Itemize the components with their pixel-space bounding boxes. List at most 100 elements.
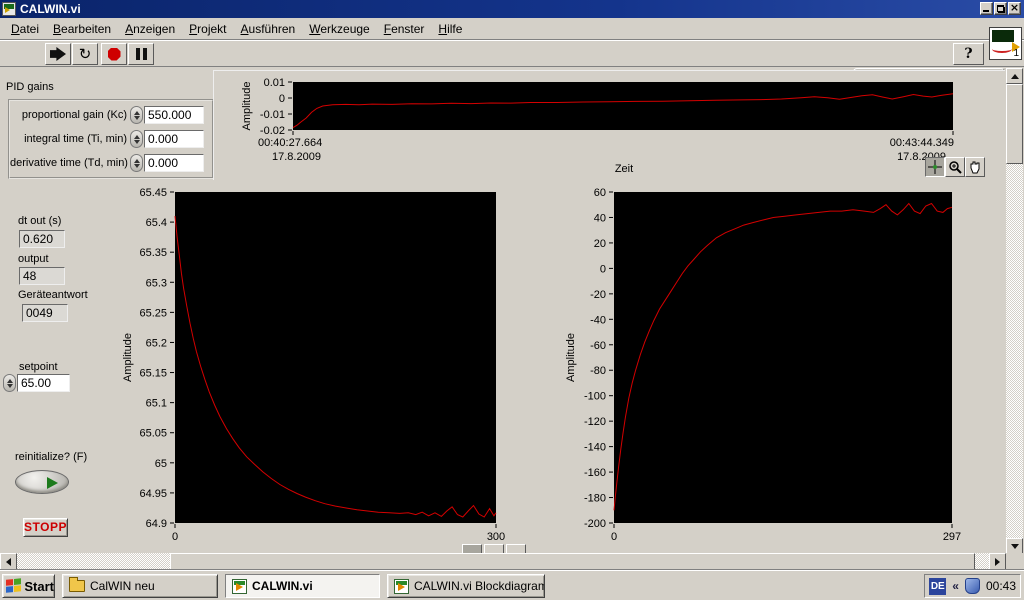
pid-field-input[interactable]: 0.000 [144, 130, 204, 148]
taskbar: Start CalWIN neu CALWIN.vi CALWIN.vi Block… [0, 570, 1024, 600]
taskbar-button-calwin-neu[interactable]: CalWIN neu [62, 574, 218, 598]
y-tick-label: 65.4 [146, 217, 167, 229]
x-tick-label: 300 [487, 531, 505, 543]
pause-button[interactable] [128, 43, 154, 65]
y-tick-label: 0.01 [264, 77, 285, 89]
reinitialize-button[interactable] [15, 470, 69, 494]
scroll-right-button[interactable] [989, 553, 1006, 570]
y-tick-label: -0.01 [260, 109, 285, 121]
y-tick-label: 0 [600, 263, 606, 275]
scroll-up-button[interactable] [1006, 68, 1023, 84]
close-icon: × [1009, 2, 1020, 13]
zeit-chart-svg: 0.010-0.01-0.02Amplitude [214, 71, 1006, 181]
pid-field-label: integral time (Ti, min) [10, 133, 127, 145]
restore-button[interactable] [994, 2, 1007, 15]
close-button[interactable]: × [1008, 2, 1021, 15]
y-tick-label: 0 [279, 93, 285, 105]
y-tick-label: -120 [584, 416, 606, 428]
menu-werkzeuge[interactable]: Werkzeuge [302, 19, 376, 39]
abort-button[interactable] [101, 43, 127, 65]
tray-collapse-chevron[interactable]: « [952, 579, 959, 593]
y-tick-label: 65.1 [146, 398, 167, 410]
y-tick-label: 65.35 [139, 247, 167, 259]
menu-datei[interactable]: Datei [4, 19, 46, 39]
y-tick-label: 40 [594, 212, 606, 224]
y-tick-label: -200 [584, 518, 606, 530]
labview-icon [394, 579, 409, 594]
taskbar-clock: 00:43 [986, 579, 1016, 593]
screen: CALWIN.vi × DateiBearbeitenAnzeigenProje… [0, 0, 1024, 600]
y-tick-label: 65.25 [139, 307, 167, 319]
pid-field-input[interactable]: 550.000 [144, 106, 204, 124]
y-axis-label: Amplitude [122, 333, 134, 382]
pid-field-input[interactable]: 0.000 [144, 154, 204, 172]
dt-out-label: dt out (s) [18, 215, 61, 227]
taskbar-button-label: CALWIN.vi Blockdiagramm [414, 579, 545, 593]
run-icon [50, 47, 66, 61]
window-titlebar: CALWIN.vi [0, 0, 1024, 18]
vi-icon-pane[interactable]: 1 [989, 27, 1022, 60]
reinitialize-arrow-icon [47, 477, 58, 489]
scroll-down-button[interactable] [1006, 538, 1023, 554]
y-tick-label: 60 [594, 187, 606, 199]
scroll-left-button[interactable] [0, 553, 17, 570]
taskbar-button-calwin-vi-blockdiagramm[interactable]: CALWIN.vi Blockdiagramm [387, 574, 545, 598]
windows-logo-icon [6, 578, 21, 594]
tray-icon[interactable] [965, 578, 980, 594]
y-tick-label: 65.2 [146, 337, 167, 349]
y-tick-label: -180 [584, 493, 606, 505]
y-tick-label: -160 [584, 467, 606, 479]
help-button[interactable]: ? [953, 43, 984, 65]
language-indicator[interactable]: DE [929, 578, 946, 595]
run-continuous-button[interactable]: ↻ [72, 43, 98, 65]
out-chart-svg: 6040200-20-40-60-80-100-120-140-160-180-… [552, 186, 1007, 550]
y-tick-label: -40 [590, 314, 606, 326]
y-tick-label: 64.9 [146, 518, 167, 530]
pid-field-spinner[interactable] [130, 130, 143, 148]
pv-chart-svg: 65.4565.465.3565.365.2565.265.1565.165.0… [115, 186, 540, 550]
pv-graph-palette-clipped[interactable] [462, 544, 534, 553]
y-tick-label: -100 [584, 391, 606, 403]
vertical-scroll-thumb[interactable] [1006, 84, 1023, 164]
y-tick-label: 65.05 [139, 428, 167, 440]
y-tick-label: -60 [590, 340, 606, 352]
menu-bearbeiten[interactable]: Bearbeiten [46, 19, 118, 39]
x-tick-label: 0 [611, 531, 617, 543]
y-axis-label: Amplitude [565, 333, 577, 382]
zeit-chart: 00:40:27.664 17.8.2009 00:43:44.349 17.8… [213, 70, 1005, 180]
y-tick-label: 20 [594, 238, 606, 250]
pid-field-spinner[interactable] [130, 154, 143, 172]
taskbar-button-label: CalWIN neu [90, 579, 155, 593]
start-button[interactable]: Start [2, 574, 55, 598]
menu-bar: DateiBearbeitenAnzeigenProjektAusführenW… [0, 18, 1024, 40]
horizontal-scrollbar[interactable] [0, 553, 1006, 570]
run-button[interactable] [45, 43, 71, 65]
geraeteantwort-indicator: 0049 [22, 304, 68, 322]
pid-gains-title: PID gains [6, 81, 54, 93]
y-tick-label: -80 [590, 365, 606, 377]
labview-icon [232, 579, 247, 594]
taskbar-button-calwin-vi[interactable]: CALWIN.vi [225, 574, 380, 598]
system-tray: DE « 00:43 [924, 574, 1021, 598]
reinitialize-label: reinitialize? (F) [15, 451, 87, 463]
window-title: CALWIN.vi [20, 2, 81, 16]
menu-hilfe[interactable]: Hilfe [431, 19, 469, 39]
y-tick-label: -140 [584, 442, 606, 454]
setpoint-input[interactable]: 65.00 [17, 374, 70, 392]
run-continuous-icon: ↻ [79, 47, 92, 62]
stop-button[interactable]: STOPP [23, 518, 68, 537]
start-label: Start [24, 579, 54, 594]
menu-ausführen[interactable]: Ausführen [234, 19, 303, 39]
minimize-button[interactable] [980, 2, 993, 15]
menu-fenster[interactable]: Fenster [377, 19, 432, 39]
menu-anzeigen[interactable]: Anzeigen [118, 19, 182, 39]
horizontal-scroll-thumb[interactable] [170, 553, 975, 570]
plot-area [293, 82, 953, 130]
pid-field-spinner[interactable] [130, 106, 143, 124]
vertical-scrollbar[interactable] [1006, 68, 1023, 554]
setpoint-spinner[interactable] [3, 374, 16, 392]
labview-vi-icon [2, 2, 16, 16]
y-tick-label: 65 [155, 458, 167, 470]
menu-projekt[interactable]: Projekt [182, 19, 233, 39]
pv-chart: 64.914 65.4565.465.3565.365.2565.265.156… [115, 186, 540, 550]
